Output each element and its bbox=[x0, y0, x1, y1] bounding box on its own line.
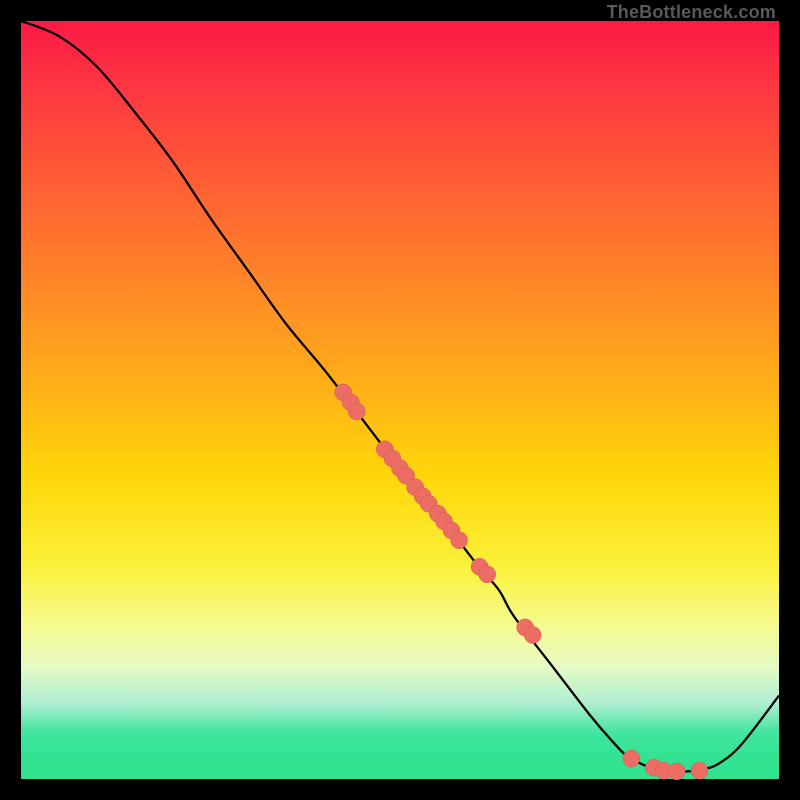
scatter-dot bbox=[524, 627, 541, 644]
scatter-dot bbox=[668, 763, 685, 780]
watermark-text: TheBottleneck.com bbox=[607, 2, 776, 23]
scatter-dot bbox=[479, 566, 496, 583]
scatter-dot bbox=[691, 762, 708, 779]
scatter-points bbox=[335, 384, 708, 780]
bottleneck-curve bbox=[21, 21, 779, 772]
chart-frame bbox=[21, 21, 779, 779]
chart-plot bbox=[21, 21, 779, 779]
scatter-dot bbox=[623, 750, 640, 767]
scatter-dot bbox=[348, 403, 365, 420]
scatter-dot bbox=[451, 532, 468, 549]
